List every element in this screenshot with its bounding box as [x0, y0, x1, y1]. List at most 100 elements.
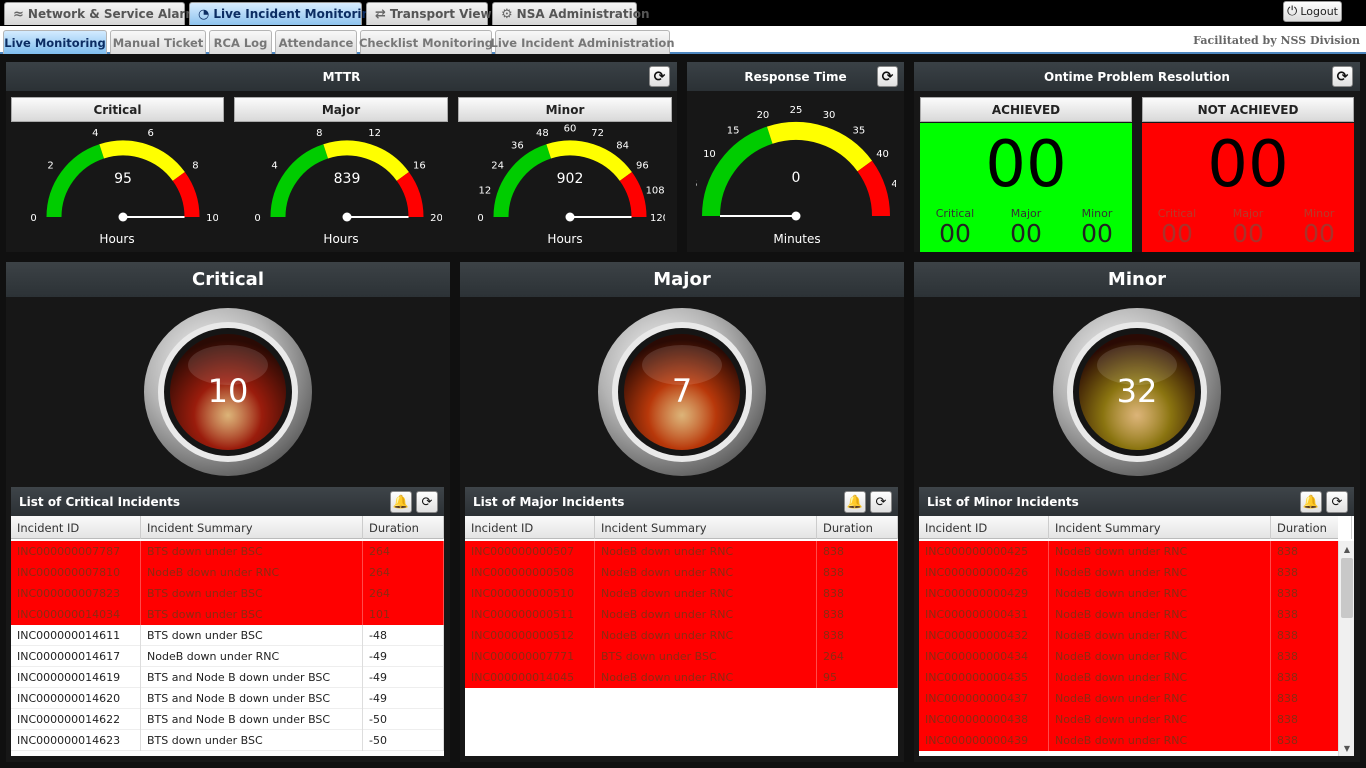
gauge-tick-label: 4: [271, 160, 277, 171]
gauge-pivot: [118, 212, 128, 222]
gauge-tick-label: 40: [876, 149, 889, 160]
column-header[interactable]: Incident ID: [11, 516, 141, 539]
table-row[interactable]: INC000000000425 NodeB down under RNC 838: [919, 541, 1352, 562]
table-row[interactable]: INC000000000508 NodeB down under RNC 838: [465, 562, 898, 583]
table-row[interactable]: INC000000000429 NodeB down under RNC 838: [919, 583, 1352, 604]
minor-bell-button[interactable]: 🔔: [1300, 491, 1322, 513]
table-row[interactable]: INC000000000435 NodeB down under RNC 838: [919, 667, 1352, 688]
scroll-down-icon[interactable]: ▼: [1339, 740, 1354, 756]
table-row[interactable]: INC000000014617 NodeB down under RNC -49: [11, 646, 444, 667]
table-row[interactable]: INC000000000426 NodeB down under RNC 838: [919, 562, 1352, 583]
cell-summary: NodeB down under RNC: [595, 562, 817, 583]
gauge-tick-label: 36: [511, 141, 524, 152]
table-row[interactable]: INC000000000432 NodeB down under RNC 838: [919, 625, 1352, 646]
table-row[interactable]: INC000000000434 NodeB down under RNC 838: [919, 646, 1352, 667]
minor-list-title: List of Minor Incidents: [927, 494, 1079, 509]
cell-id: INC000000000511: [465, 604, 595, 625]
critical-refresh-button[interactable]: ⟳: [416, 491, 438, 513]
gauge-tick-label: 72: [591, 128, 604, 139]
table-row[interactable]: INC000000000510 NodeB down under RNC 838: [465, 583, 898, 604]
table-row[interactable]: INC000000000439 NodeB down under RNC 838: [919, 730, 1352, 751]
critical-bell-button[interactable]: 🔔: [390, 491, 412, 513]
response-time-refresh-button[interactable]: ⟳: [877, 66, 898, 87]
table-scrollbar[interactable]: ▲ ▼: [1338, 541, 1354, 756]
column-header[interactable]: Duration: [817, 516, 898, 539]
minor-refresh-button[interactable]: ⟳: [1326, 491, 1348, 513]
table-header: Incident ID Incident Summary Duration: [919, 516, 1352, 539]
cell-id: INC000000000434: [919, 646, 1049, 667]
app-root: ≈ Network & Service Alarms ◔ Live Incident…: [0, 0, 1366, 768]
gauge-tick-label: 4: [92, 128, 98, 139]
table-row[interactable]: INC000000000437 NodeB down under RNC 838: [919, 688, 1352, 709]
cell-duration: 264: [363, 541, 444, 562]
otpr-refresh-button[interactable]: ⟳: [1332, 66, 1353, 87]
column-header[interactable]: Duration: [1271, 516, 1352, 539]
bell-icon: 🔔: [392, 494, 410, 510]
major-refresh-button[interactable]: ⟳: [870, 491, 892, 513]
mttr-refresh-button[interactable]: ⟳: [649, 66, 670, 87]
tab-network-service-alarms[interactable]: ≈ Network & Service Alarms: [4, 2, 205, 25]
cell-id: INC000000007810: [11, 562, 141, 583]
critical-header: Critical: [6, 262, 450, 297]
table-row[interactable]: INC000000000438 NodeB down under RNC 838: [919, 709, 1352, 730]
cell-summary: NodeB down under RNC: [1049, 688, 1271, 709]
table-row[interactable]: INC000000000507 NodeB down under RNC 838: [465, 541, 898, 562]
table-row[interactable]: INC000000000512 NodeB down under RNC 838: [465, 625, 898, 646]
cell-duration: -50: [363, 709, 444, 730]
table-row[interactable]: INC000000000431 NodeB down under RNC 838: [919, 604, 1352, 625]
critical-list-header: List of Critical Incidents: [11, 487, 444, 516]
gauge-red-band: [619, 172, 647, 218]
subtab-live-incident-administration[interactable]: Live Incident Administration: [491, 30, 675, 54]
table-row[interactable]: INC000000014611 BTS down under BSC -48: [11, 625, 444, 646]
logout-button[interactable]: ⏻ Logout: [1283, 1, 1342, 22]
gauge-red-band: [857, 160, 890, 217]
column-header[interactable]: Incident Summary: [141, 516, 363, 539]
subtab-manual-ticket[interactable]: Manual Ticket: [110, 30, 206, 54]
gauge-tick-label: 108: [646, 185, 665, 196]
column-header[interactable]: Incident ID: [465, 516, 595, 539]
scroll-thumb[interactable]: [1341, 558, 1353, 618]
table-row[interactable]: INC000000007823 BTS down under BSC 264: [11, 583, 444, 604]
table-row[interactable]: INC000000000511 NodeB down under RNC 838: [465, 604, 898, 625]
gauge-value: 95: [114, 171, 132, 187]
cell-id: INC000000000426: [919, 562, 1049, 583]
subtab-attendance[interactable]: Attendance: [275, 30, 357, 54]
column-header[interactable]: Duration: [363, 516, 444, 539]
cell-id: INC000000000432: [919, 625, 1049, 646]
major-bell-button[interactable]: 🔔: [844, 491, 866, 513]
major-header: Major: [460, 262, 904, 297]
otpr-title: Ontime Problem Resolution: [1044, 69, 1230, 84]
gauge-pivot: [565, 212, 575, 222]
gauge-tick-label: 12: [368, 128, 381, 139]
column-header[interactable]: Incident Summary: [1049, 516, 1271, 539]
table-row[interactable]: INC000000014622 BTS and Node B down under…: [11, 709, 444, 730]
subtab-rca-log[interactable]: RCA Log: [209, 30, 272, 54]
column-header[interactable]: Incident ID: [919, 516, 1049, 539]
table-row[interactable]: INC000000007771 BTS down under BSC 264: [465, 646, 898, 667]
tab-nsa-administration[interactable]: ⚙ NSA Administration: [492, 2, 650, 25]
table-row[interactable]: INC000000014620 BTS and Node B down under…: [11, 688, 444, 709]
tab-transport-view[interactable]: ⇄ Transport View: [366, 2, 492, 25]
gauge-tick-label: 84: [616, 141, 629, 152]
cell-duration: 838: [817, 625, 898, 646]
table-row[interactable]: INC000000014045 NodeB down under RNC 95: [465, 667, 898, 688]
subtab-live-monitoring[interactable]: Live Monitoring: [3, 30, 107, 54]
minor-list-header: List of Minor Incidents: [919, 487, 1354, 516]
table-row[interactable]: INC000000014034 BTS down under BSC 101: [11, 604, 444, 625]
tab-live-incident-monitoring[interactable]: ◔ Live Incident Monitoring: [189, 2, 379, 25]
gauge-tick-label: 35: [853, 125, 866, 136]
subtab-checklist-monitoring[interactable]: Checklist Monitoring: [359, 30, 493, 54]
scroll-up-icon[interactable]: ▲: [1339, 541, 1354, 557]
response-time-unit: Minutes: [773, 232, 821, 246]
cell-summary: NodeB down under RNC: [1049, 646, 1271, 667]
dashboard-icon: ◔: [198, 6, 210, 22]
column-header[interactable]: Incident Summary: [595, 516, 817, 539]
table-row[interactable]: INC000000014623 BTS down under BSC -50: [11, 730, 444, 751]
table-row[interactable]: INC000000007787 BTS down under BSC 264: [11, 541, 444, 562]
table-row[interactable]: INC000000014619 BTS and Node B down under…: [11, 667, 444, 688]
table-row[interactable]: INC000000007810 NodeB down under RNC 264: [11, 562, 444, 583]
achieved-title: ACHIEVED: [920, 97, 1132, 122]
cell-summary: BTS and Node B down under BSC: [141, 688, 363, 709]
achieved-minor-value: 00: [1081, 219, 1113, 248]
cell-duration: 838: [817, 604, 898, 625]
